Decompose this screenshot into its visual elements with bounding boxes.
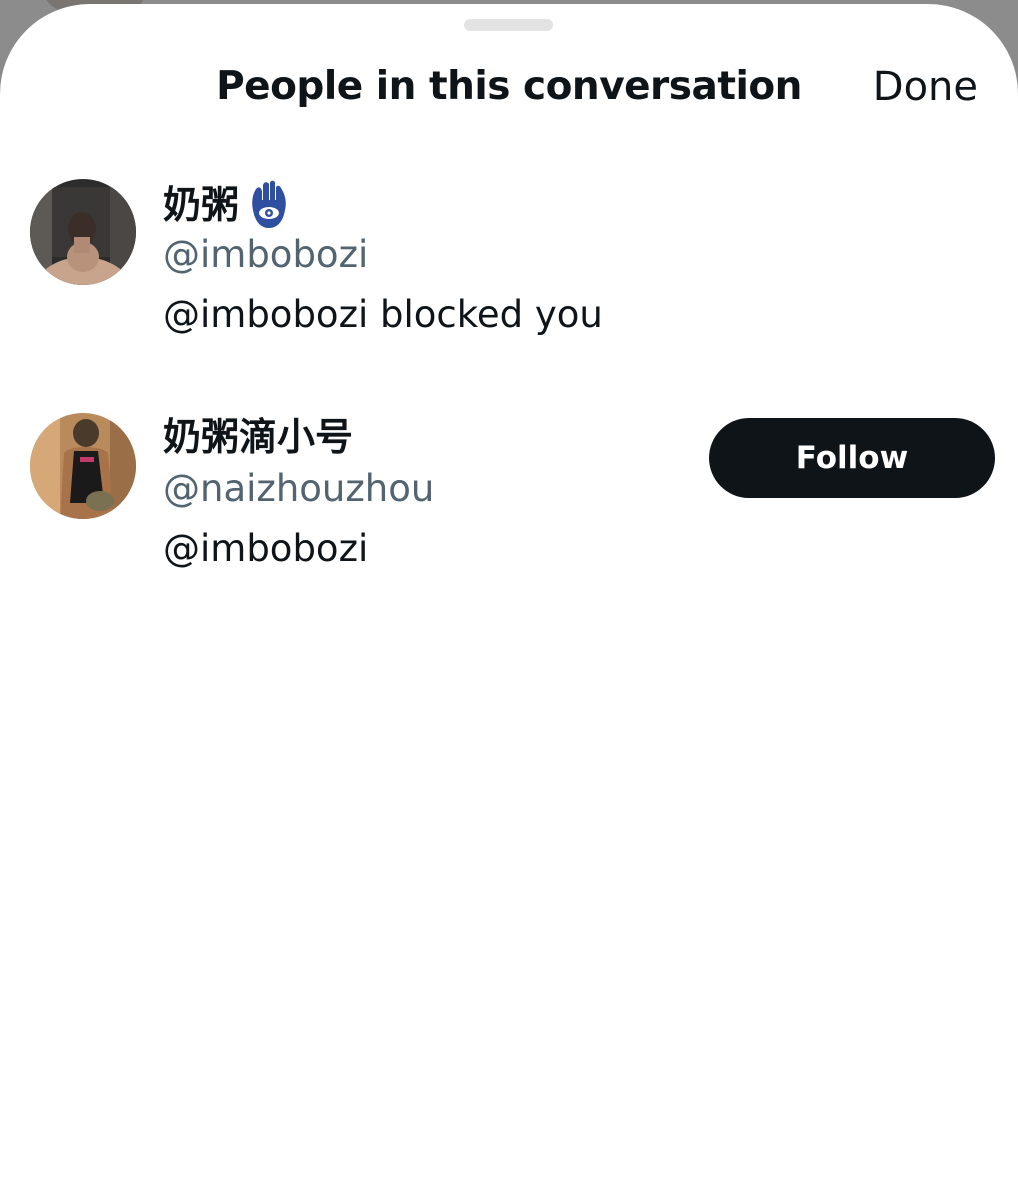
user-bio: @imbobozi blocked you <box>163 293 603 336</box>
avatar-image <box>30 413 136 519</box>
hamsa-hand-icon <box>252 180 286 228</box>
person-row[interactable]: 奶粥滴小号 @naizhouzhou @imbobozi Follow <box>0 410 1018 580</box>
avatar-image <box>30 179 136 285</box>
done-button[interactable]: Done <box>873 64 978 110</box>
user-handle: @imbobozi <box>163 233 369 276</box>
sheet-grabber-handle[interactable] <box>464 19 553 31</box>
user-handle: @naizhouzhou <box>163 467 435 510</box>
person-row[interactable]: 奶粥 @imbobozi @imbobozi blocked you <box>0 176 1018 346</box>
name-row: 奶粥 <box>163 180 291 230</box>
name-row: 奶粥滴小号 <box>163 418 353 456</box>
sheet-title: People in this conversation <box>216 64 802 109</box>
avatar[interactable] <box>30 179 136 285</box>
display-name: 奶粥滴小号 <box>163 415 354 459</box>
follow-button[interactable]: Follow <box>709 418 995 498</box>
avatar[interactable] <box>30 413 136 519</box>
display-name: 奶粥 <box>163 183 240 227</box>
user-bio: @imbobozi <box>163 527 369 570</box>
people-sheet: People in this conversation Done 奶粥 @imb… <box>0 4 1018 1200</box>
